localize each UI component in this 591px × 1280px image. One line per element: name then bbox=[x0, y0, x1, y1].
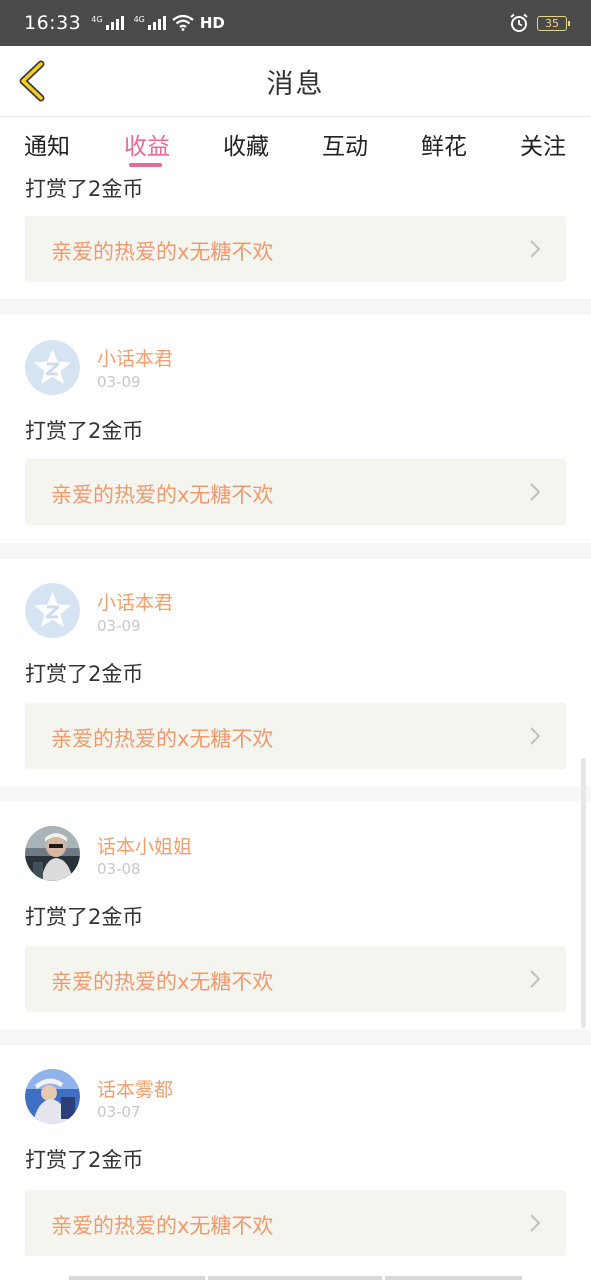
default-star-avatar-icon bbox=[25, 583, 80, 638]
item-separator bbox=[0, 299, 591, 315]
username[interactable]: 小话本君 bbox=[97, 344, 173, 371]
date: 03-08 bbox=[97, 860, 141, 878]
avatar[interactable] bbox=[25, 1069, 80, 1124]
tab-flowers[interactable]: 鲜花 bbox=[421, 127, 467, 161]
status-left: 16:33 4G 4G HD bbox=[24, 12, 225, 34]
message-feed[interactable]: 打赏了2金币 亲爱的热爱的x无糖不欢 小话本君 03-09 打赏了2金币 亲爱的… bbox=[0, 171, 591, 1280]
signal-label: 4G bbox=[91, 15, 103, 24]
hd-label: HD bbox=[199, 14, 225, 32]
reward-message: 打赏了2金币 bbox=[25, 905, 144, 929]
alarm-icon bbox=[510, 13, 528, 32]
avatar[interactable] bbox=[25, 340, 80, 395]
wifi-icon bbox=[172, 15, 194, 31]
work-link[interactable]: 亲爱的热爱的x无糖不欢 bbox=[25, 703, 566, 769]
status-time: 16:33 bbox=[24, 12, 82, 34]
signal-label: 4G bbox=[133, 15, 145, 24]
tab-interactions[interactable]: 互动 bbox=[322, 127, 368, 161]
page-title: 消息 bbox=[266, 68, 325, 100]
reward-message: 打赏了2金币 bbox=[25, 419, 144, 443]
tab-favorites[interactable]: 收藏 bbox=[223, 127, 269, 161]
reward-message: 打赏了2金币 bbox=[25, 662, 144, 686]
tab-follows[interactable]: 关注 bbox=[520, 127, 566, 161]
item-separator bbox=[0, 1029, 591, 1045]
date: 03-09 bbox=[97, 373, 141, 391]
signal-icon: 4G bbox=[134, 16, 166, 30]
work-link-title: 亲爱的热爱的x无糖不欢 bbox=[51, 240, 274, 264]
chevron-right-icon bbox=[530, 483, 540, 501]
work-link-title: 亲爱的热爱的x无糖不欢 bbox=[51, 727, 274, 751]
chevron-right-icon bbox=[530, 727, 540, 745]
work-link-title: 亲爱的热爱的x无糖不欢 bbox=[51, 1214, 274, 1238]
status-bar: 16:33 4G 4G HD 35 bbox=[0, 0, 591, 46]
app-header: 消息 bbox=[0, 46, 591, 117]
chevron-right-icon bbox=[530, 240, 540, 258]
chevron-right-icon bbox=[530, 970, 540, 988]
list-item: 打赏了2金币 亲爱的热爱的x无糖不欢 bbox=[0, 171, 591, 283]
battery-level: 35 bbox=[545, 16, 559, 30]
item-separator bbox=[0, 543, 591, 559]
tab-bar: 通知 收益 收藏 互动 鲜花 关注 bbox=[0, 117, 591, 171]
username[interactable]: 小话本君 bbox=[97, 588, 173, 615]
chevron-right-icon bbox=[530, 1214, 540, 1232]
work-link-title: 亲爱的热爱的x无糖不欢 bbox=[51, 970, 274, 994]
avatar[interactable] bbox=[25, 583, 80, 638]
username[interactable]: 话本雾都 bbox=[97, 1075, 173, 1102]
username[interactable]: 话本小姐姐 bbox=[97, 832, 192, 859]
work-link[interactable]: 亲爱的热爱的x无糖不欢 bbox=[25, 459, 566, 525]
back-chevron-icon[interactable] bbox=[14, 60, 48, 102]
reward-message: 打赏了2金币 bbox=[25, 177, 144, 201]
work-link[interactable]: 亲爱的热爱的x无糖不欢 bbox=[25, 1190, 566, 1256]
battery-icon: 35 bbox=[537, 15, 570, 31]
work-link-title: 亲爱的热爱的x无糖不欢 bbox=[51, 483, 274, 507]
item-separator bbox=[0, 786, 591, 802]
date: 03-09 bbox=[97, 617, 141, 635]
tab-notifications[interactable]: 通知 bbox=[24, 127, 70, 161]
active-tab-indicator bbox=[129, 163, 162, 167]
work-link[interactable]: 亲爱的热爱的x无糖不欢 bbox=[25, 946, 566, 1012]
reward-message: 打赏了2金币 bbox=[25, 1148, 144, 1172]
signal-icon: 4G bbox=[91, 15, 124, 30]
date: 03-07 bbox=[97, 1103, 141, 1121]
scrollbar[interactable] bbox=[581, 758, 586, 1028]
avatar[interactable] bbox=[25, 826, 80, 881]
tab-earnings[interactable]: 收益 bbox=[124, 127, 170, 161]
list-item: 话本雾都 03-07 打赏了2金币 亲爱的热爱的x无糖不欢 bbox=[0, 1045, 591, 1273]
list-item: 话本小姐姐 03-08 打赏了2金币 亲爱的热爱的x无糖不欢 bbox=[0, 802, 591, 1030]
bottom-edge bbox=[0, 1276, 591, 1280]
work-link[interactable]: 亲爱的热爱的x无糖不欢 bbox=[25, 216, 566, 282]
list-item: 小话本君 03-09 打赏了2金币 亲爱的热爱的x无糖不欢 bbox=[0, 315, 591, 543]
photo-avatar-icon bbox=[25, 826, 80, 881]
status-right: 35 bbox=[509, 13, 570, 33]
list-item: 小话本君 03-09 打赏了2金币 亲爱的热爱的x无糖不欢 bbox=[0, 559, 591, 787]
default-star-avatar-icon bbox=[25, 340, 80, 395]
photo-avatar-icon bbox=[25, 1069, 80, 1124]
